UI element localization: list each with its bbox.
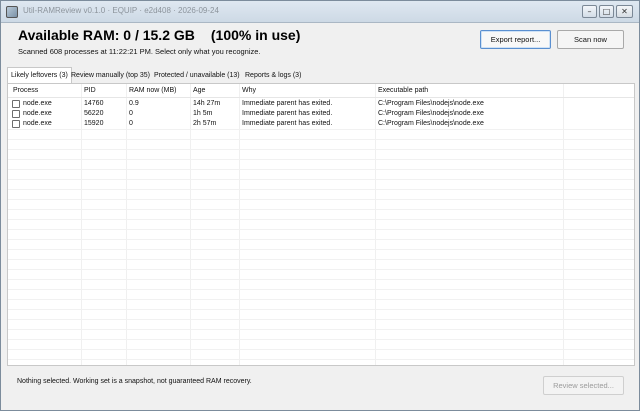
process-ram: 0.9 [129, 100, 139, 107]
process-name: node.exe [23, 110, 52, 117]
available-ram-label: Available RAM: 0 / 15.2 GB [18, 27, 195, 43]
ram-summary: Available RAM: 0 / 15.2 GB (100% in use) [18, 27, 300, 43]
row-checkbox[interactable] [12, 100, 20, 108]
tab-review-manually[interactable]: Review manually (top 35) [68, 69, 153, 83]
row-divider [8, 309, 634, 310]
row-divider [8, 239, 634, 240]
row-divider [8, 339, 634, 340]
process-age: 1h 5m [193, 110, 213, 117]
process-name: node.exe [23, 120, 52, 127]
row-divider [8, 229, 634, 230]
window-controls: – □ ✕ [582, 5, 633, 19]
tab-protected-unavailable[interactable]: Protected / unavailable (13) [151, 69, 243, 83]
process-age: 2h 57m [193, 120, 217, 127]
column-header-path[interactable]: Executable path [378, 87, 428, 94]
row-checkbox[interactable] [12, 110, 20, 118]
tab-likely-leftovers[interactable]: Likely leftovers (3) [7, 67, 72, 83]
table-row[interactable]: node.exe 14760 0.9 14h 27m Immediate par… [8, 99, 634, 109]
row-divider [8, 199, 634, 200]
row-divider [8, 209, 634, 210]
process-reason: Immediate parent has exited. [242, 120, 333, 127]
process-pid: 15920 [84, 120, 104, 127]
column-header-ram[interactable]: RAM now (MB) [129, 87, 176, 94]
export-report-button[interactable]: Export report... [480, 30, 551, 49]
row-divider [8, 149, 634, 150]
process-name: node.exe [23, 100, 52, 107]
maximize-button[interactable]: □ [599, 5, 614, 18]
selection-status: Nothing selected. Working set is a snaps… [17, 378, 252, 385]
process-pid: 14760 [84, 100, 104, 107]
process-path: C:\Program Files\nodejs\node.exe [378, 120, 484, 127]
process-ram: 0 [129, 120, 133, 127]
process-path: C:\Program Files\nodejs\node.exe [378, 100, 484, 107]
row-divider [8, 279, 634, 280]
row-divider [8, 269, 634, 270]
column-header-process[interactable]: Process [13, 87, 38, 94]
row-divider [8, 159, 634, 160]
row-divider [8, 169, 634, 170]
column-header-age[interactable]: Age [193, 87, 205, 94]
scan-now-button[interactable]: Scan now [557, 30, 624, 49]
row-divider [8, 249, 634, 250]
table-header: Process PID RAM now (MB) Age Why Executa… [8, 84, 634, 98]
app-icon [6, 6, 18, 18]
window-title: Util-RAMReview v0.1.0 · EQUIP · e2d408 ·… [23, 6, 219, 15]
process-path: C:\Program Files\nodejs\node.exe [378, 110, 484, 117]
close-button[interactable]: ✕ [616, 5, 633, 18]
row-divider [8, 359, 634, 360]
row-divider [8, 299, 634, 300]
row-divider [8, 259, 634, 260]
column-header-pid[interactable]: PID [84, 87, 96, 94]
process-reason: Immediate parent has exited. [242, 100, 333, 107]
title-bar[interactable]: Util-RAMReview v0.1.0 · EQUIP · e2d408 ·… [1, 1, 639, 23]
row-divider [8, 129, 634, 130]
tab-reports-logs[interactable]: Reports & logs (3) [242, 69, 304, 83]
process-pid: 56220 [84, 110, 104, 117]
review-selected-button[interactable]: Review selected... [543, 376, 624, 395]
row-divider [8, 219, 634, 220]
app-window: Util-RAMReview v0.1.0 · EQUIP · e2d408 ·… [0, 0, 640, 411]
ram-usage-label: (100% in use) [210, 27, 301, 43]
row-divider [8, 289, 634, 290]
minimize-button[interactable]: – [582, 5, 597, 18]
table-row[interactable]: node.exe 56220 0 1h 5m Immediate parent … [8, 109, 634, 119]
process-table: Process PID RAM now (MB) Age Why Executa… [7, 83, 635, 366]
scan-status: Scanned 608 processes at 11:22:21 PM. Se… [18, 47, 261, 56]
process-ram: 0 [129, 110, 133, 117]
row-divider [8, 139, 634, 140]
row-divider [8, 349, 634, 350]
row-divider [8, 179, 634, 180]
row-divider [8, 189, 634, 190]
process-age: 14h 27m [193, 100, 221, 107]
row-divider [8, 329, 634, 330]
table-row[interactable]: node.exe 15920 0 2h 57m Immediate parent… [8, 119, 634, 129]
row-checkbox[interactable] [12, 120, 20, 128]
row-divider [8, 319, 634, 320]
process-reason: Immediate parent has exited. [242, 110, 333, 117]
column-header-why[interactable]: Why [242, 87, 256, 94]
